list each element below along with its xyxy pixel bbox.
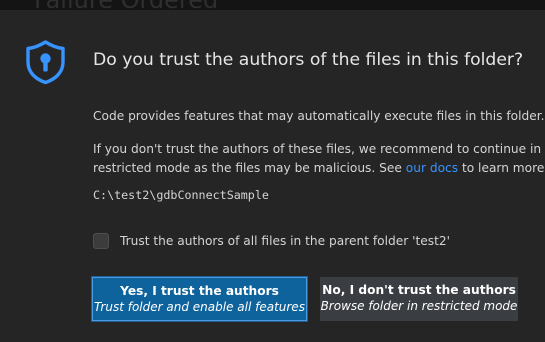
- trust-button-sublabel: Trust folder and enable all features: [94, 300, 305, 314]
- shield-keyhole-icon: [26, 40, 65, 85]
- dialog-warning: If you don't trust the authors of these …: [93, 140, 545, 178]
- folder-path: C:\test2\gdbConnectSample: [93, 188, 269, 202]
- dialog-warning-line2: restricted mode as the files may be mali…: [93, 159, 545, 178]
- trust-button[interactable]: Yes, I trust the authors Trust folder an…: [91, 276, 308, 322]
- trust-parent-checkbox[interactable]: [93, 233, 109, 249]
- dialog-title: Do you trust the authors of the files in…: [93, 50, 524, 70]
- docs-link[interactable]: our docs: [406, 161, 458, 175]
- workspace-trust-dialog: Do you trust the authors of the files in…: [0, 10, 545, 342]
- dont-trust-button-label: No, I don't trust the authors: [322, 283, 516, 297]
- trust-parent-checkbox-label[interactable]: Trust the authors of all files in the pa…: [120, 234, 450, 248]
- dont-trust-button-sublabel: Browse folder in restricted mode: [320, 299, 518, 313]
- dialog-warning-text: restricted mode as the files may be mali…: [93, 161, 406, 175]
- dialog-description: Code provides features that may automati…: [93, 109, 545, 123]
- dialog-warning-line1: If you don't trust the authors of these …: [93, 142, 542, 156]
- dont-trust-button[interactable]: No, I don't trust the authors Browse fol…: [320, 277, 518, 321]
- dialog-warning-text-end: to learn more.: [458, 161, 545, 175]
- trust-button-label: Yes, I trust the authors: [120, 284, 279, 298]
